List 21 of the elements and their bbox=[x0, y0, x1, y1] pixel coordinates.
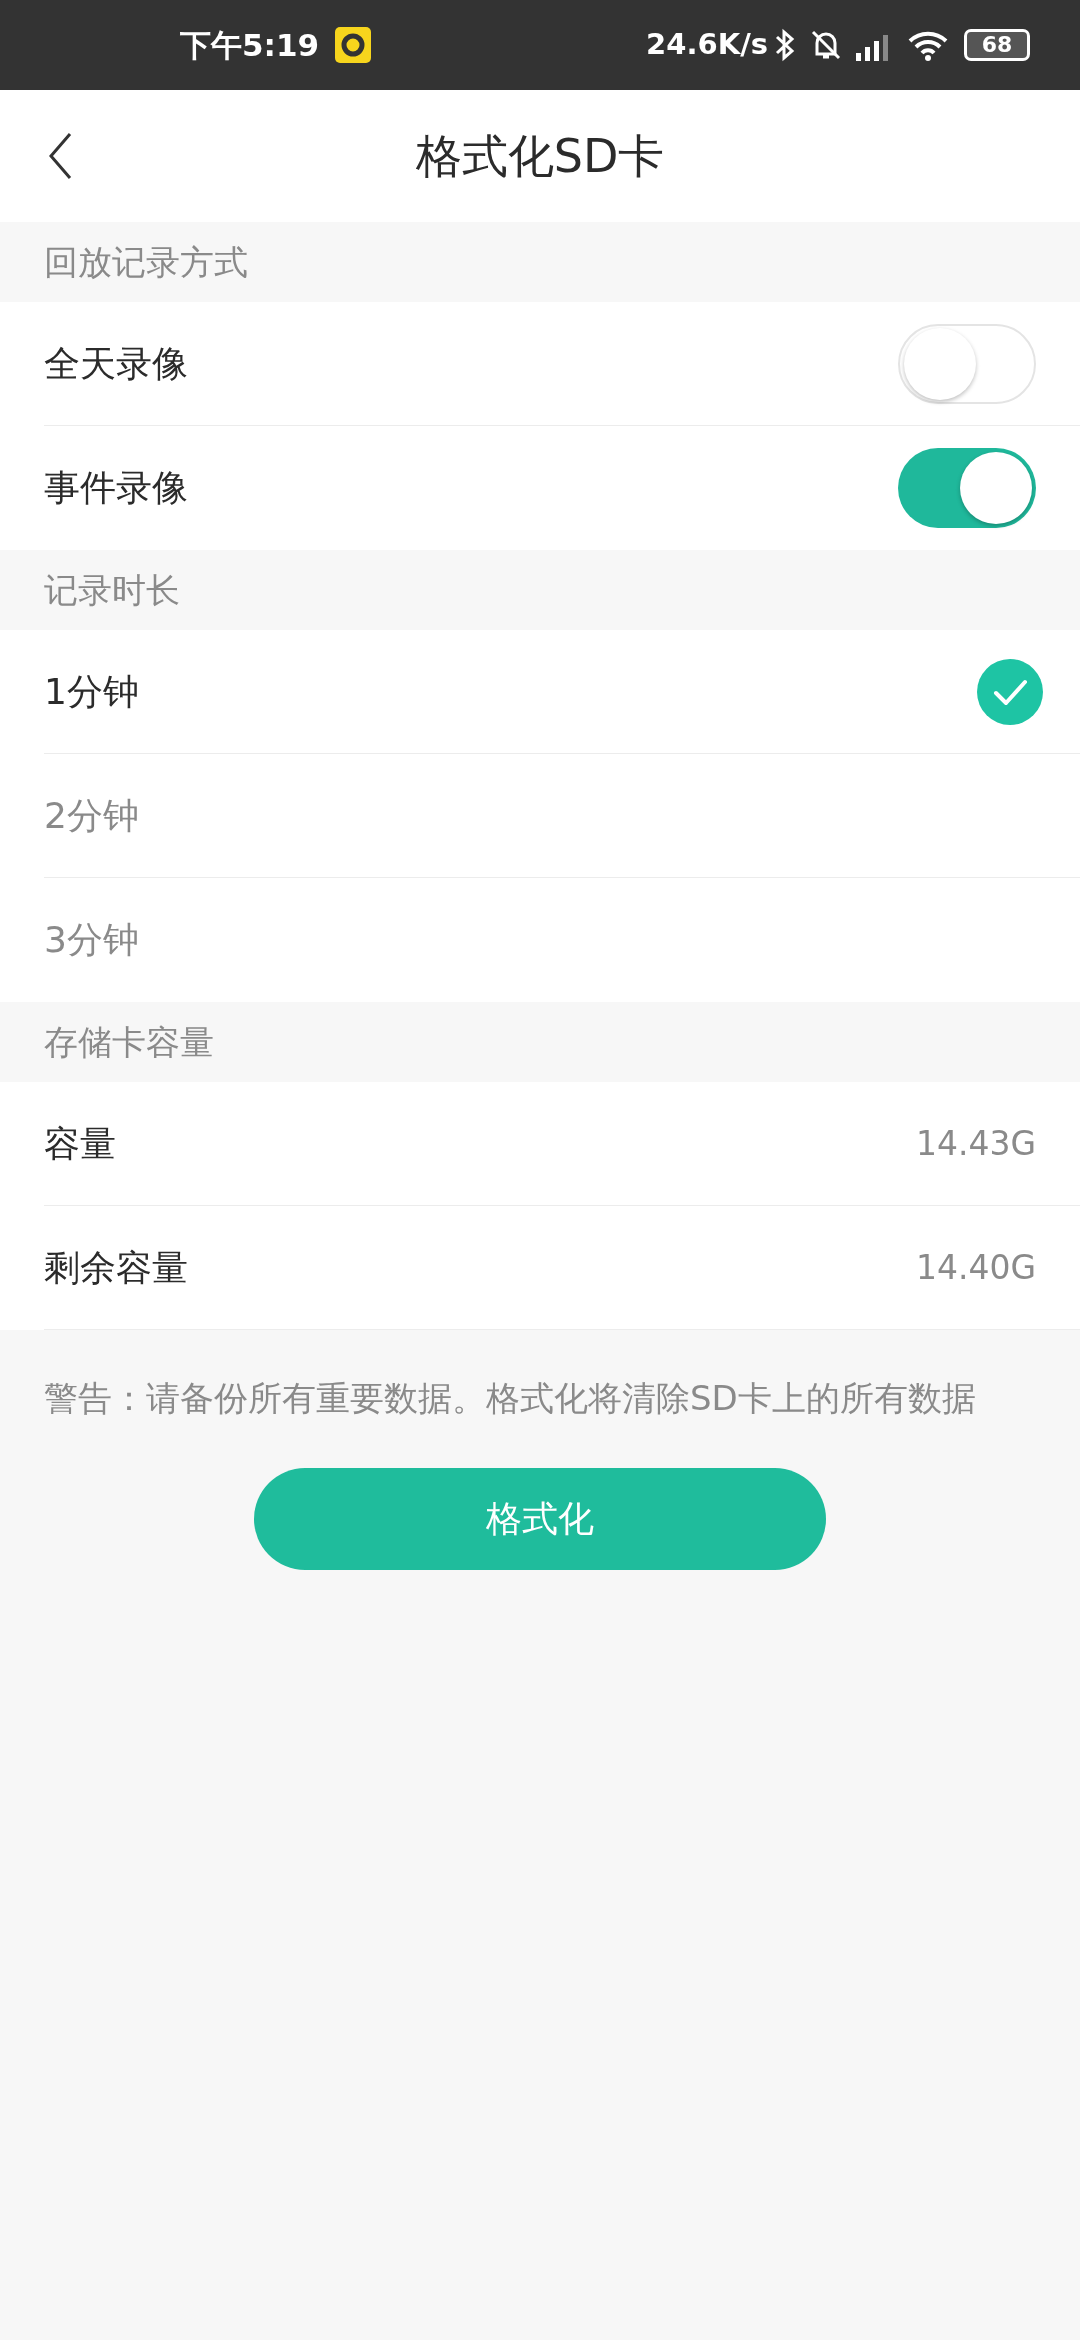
section-header: 记录时长 bbox=[44, 568, 180, 612]
row-label: 容量 bbox=[44, 1121, 117, 1166]
row-label: 3分钟 bbox=[44, 918, 140, 962]
network-speed: 24.6K/s bbox=[646, 26, 768, 64]
row-label: 事件录像 bbox=[44, 466, 189, 510]
section-header: 回放记录方式 bbox=[44, 240, 248, 284]
row-label: 全天录像 bbox=[44, 341, 189, 386]
row-label: 1分钟 bbox=[44, 669, 140, 714]
row-label: 2分钟 bbox=[44, 793, 140, 838]
checkmark-icon bbox=[976, 657, 1044, 726]
format-button[interactable]: 格式化 bbox=[254, 1468, 826, 1570]
page-title: 格式化SD卡 bbox=[415, 127, 665, 185]
row-value: 14.40G bbox=[915, 1246, 1036, 1289]
bluetooth-icon bbox=[774, 27, 796, 63]
battery-icon: 68 bbox=[964, 29, 1030, 61]
row-value: 14.43G bbox=[915, 1122, 1036, 1165]
app-notification-icon bbox=[335, 27, 372, 63]
status-time: 下午5:19 bbox=[180, 25, 320, 65]
warning-text: 警告：请备份所有重要数据。格式化将清除SD卡上的所有数据 bbox=[43, 1377, 977, 1420]
row-label: 剩余容量 bbox=[44, 1245, 189, 1290]
section-header: 存储卡容量 bbox=[44, 1020, 214, 1064]
